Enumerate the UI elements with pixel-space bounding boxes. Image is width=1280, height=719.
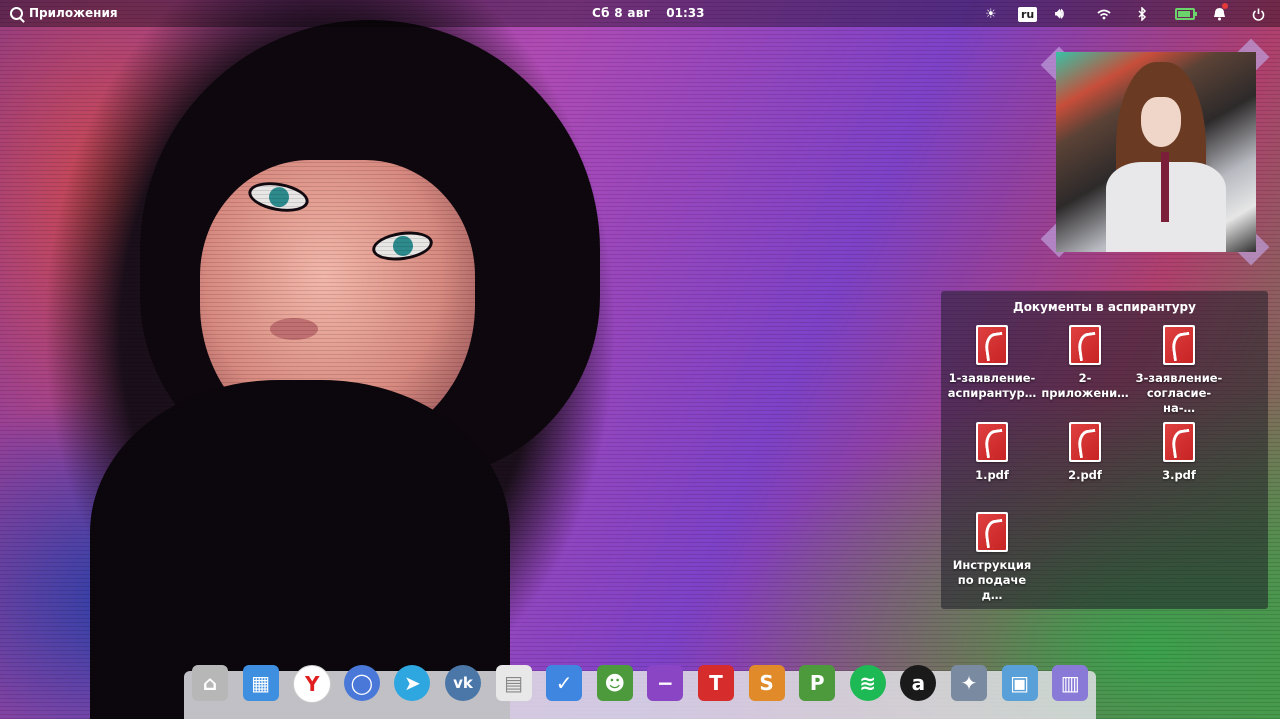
file-item[interactable]: 1.pdf <box>946 422 1038 483</box>
keyboard-layout-indicator[interactable]: ru <box>1018 4 1038 24</box>
spotify-icon[interactable]: ≋ <box>849 665 886 701</box>
yandex-browser-icon[interactable]: Y <box>293 665 332 703</box>
app-center-icon[interactable]: ▥ <box>1052 665 1089 701</box>
tasks-icon[interactable]: ✓ <box>546 665 583 701</box>
file-item[interactable]: 2.pdf <box>1039 422 1131 483</box>
presentations-icon[interactable]: P <box>799 665 836 701</box>
file-item[interactable]: 1-заявление-аспирантур… <box>946 325 1038 401</box>
vk-icon[interactable]: vk <box>445 665 481 701</box>
file-label: 1-заявление-аспирантур… <box>947 371 1037 400</box>
battery-icon[interactable] <box>1175 4 1197 24</box>
day-label: Сб 8 авг <box>592 6 651 20</box>
pdf-icon <box>1069 325 1101 365</box>
planmaker-icon[interactable]: S <box>748 665 785 701</box>
datetime-indicator[interactable]: Сб 8 авг 01:33 <box>592 6 704 20</box>
file-label: 2.pdf <box>1068 468 1102 482</box>
wifi-icon[interactable] <box>1097 4 1111 24</box>
file-item[interactable]: Инструкция по подаче д… <box>946 512 1038 603</box>
video-editor-icon[interactable]: ✦ <box>951 665 987 701</box>
volume-icon[interactable]: 🔊︎ <box>1055 4 1064 24</box>
time-label: 01:33 <box>666 6 705 20</box>
file-item[interactable]: 3.pdf <box>1133 422 1225 483</box>
search-icon <box>10 6 23 20</box>
contacts-icon[interactable]: ☻ <box>596 665 633 701</box>
calendar-icon[interactable]: ▤ <box>495 665 532 701</box>
file-label: Инструкция по подаче д… <box>952 558 1032 602</box>
notes-icon[interactable]: − <box>647 665 684 701</box>
pdf-icon <box>1163 422 1195 462</box>
photo-image <box>1056 52 1256 252</box>
pdf-icon <box>976 325 1008 365</box>
photos-icon[interactable]: ▣ <box>1001 665 1038 701</box>
pdf-icon <box>1069 422 1101 462</box>
applications-menu[interactable]: Приложения <box>10 6 118 20</box>
file-item[interactable]: 3-заявление-согласие-на-… <box>1133 325 1225 416</box>
wallpaper-mouth <box>270 318 318 340</box>
textmaker-icon[interactable]: T <box>698 665 734 701</box>
pdf-icon <box>976 422 1008 462</box>
file-label: 1.pdf <box>975 468 1009 482</box>
notifications-icon[interactable] <box>1213 3 1228 24</box>
pdf-icon <box>976 512 1008 552</box>
files-icon[interactable]: ⌂ <box>192 665 228 701</box>
telegram-icon[interactable]: ➤ <box>394 665 431 701</box>
photo-widget[interactable] <box>1040 38 1270 266</box>
top-panel: Приложения Сб 8 авг 01:33 ☀ ru 🔊︎ <box>0 0 1280 27</box>
pdf-icon <box>1163 325 1195 365</box>
brightness-icon[interactable]: ☀ <box>985 4 997 24</box>
file-label: 3.pdf <box>1162 468 1196 482</box>
folder-title: Документы в аспирантуру <box>1013 300 1196 314</box>
multitasking-icon[interactable]: ▦ <box>242 665 279 701</box>
file-label: 2- приложени… <box>1041 371 1129 400</box>
keyboard-layout-label: ru <box>1018 6 1038 22</box>
power-icon[interactable] <box>1252 4 1265 24</box>
chromium-icon[interactable]: ◯ <box>343 665 380 701</box>
applications-label: Приложения <box>29 6 118 20</box>
folder-widget: Документы в аспирантуру 1-заявление-аспи… <box>941 291 1268 609</box>
file-label: 3-заявление-согласие-на-… <box>1135 371 1223 415</box>
bluetooth-icon[interactable] <box>1138 4 1147 24</box>
dock: ⌂ ▦ Y ◯ ➤ vk ▤ ✓ ☻ − T S P ≋ a ✦ ▣ ▥ <box>184 665 1096 719</box>
file-item[interactable]: 2- приложени… <box>1039 325 1131 401</box>
amazon-icon[interactable]: a <box>900 665 937 701</box>
